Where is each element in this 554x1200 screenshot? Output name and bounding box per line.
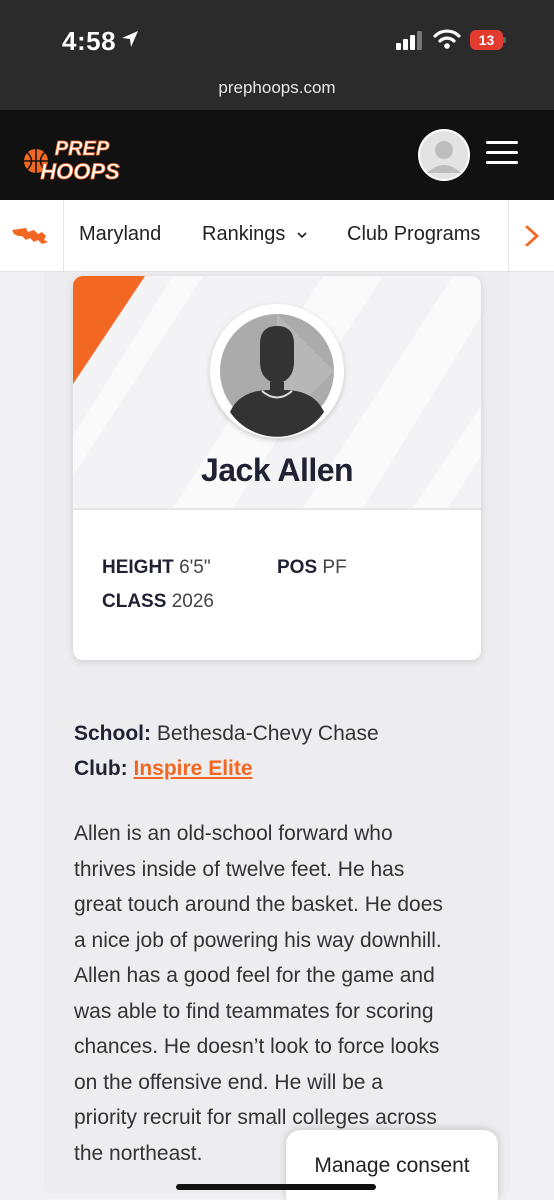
site-header: PREP HOOPS: [0, 110, 554, 200]
battery-level: 13: [478, 32, 495, 48]
school-line: School: Bethesda-Chevy Chase: [74, 722, 379, 746]
stat-height-value: 6'5": [179, 557, 211, 578]
club-label: Club:: [74, 757, 128, 780]
bio-line: chances. He doesn’t look to force looks: [74, 1035, 440, 1058]
user-avatar-icon: [420, 131, 468, 179]
url-bar[interactable]: prephoops.com: [0, 72, 554, 110]
stat-class-value: 2026: [171, 591, 214, 612]
logo-text-line2: HOOPS: [40, 159, 120, 184]
player-silhouette-icon: [220, 314, 334, 437]
nav-item-rankings[interactable]: Rankings: [202, 223, 308, 246]
nav-item-maryland[interactable]: Maryland: [79, 223, 161, 246]
stat-height: HEIGHT 6'5": [102, 557, 211, 579]
orange-corner-accent: [73, 276, 145, 384]
wifi-icon: [433, 29, 461, 49]
status-time: 4:58: [62, 26, 117, 56]
logo-text-line1: PREP: [55, 138, 110, 160]
chevron-right-icon: [525, 225, 539, 247]
prephoops-logo[interactable]: PREP HOOPS: [22, 131, 134, 189]
stat-pos-value: PF: [322, 557, 347, 578]
school-value: Bethesda-Chevy Chase: [156, 722, 379, 745]
chevron-down-icon: [297, 232, 307, 238]
hamburger-menu-button[interactable]: [486, 141, 518, 167]
stat-class-label: CLASS: [102, 591, 167, 612]
club-link[interactable]: Inspire Elite: [134, 757, 253, 780]
player-name: Jack Allen: [200, 452, 354, 488]
battery-icon: 13: [470, 30, 506, 50]
cell-signal-icon: [396, 31, 422, 50]
secondary-nav: Maryland Rankings Club Programs: [0, 200, 554, 272]
nav-item-rankings-label: Rankings: [202, 223, 286, 245]
bio-line: on the offensive end. He will be a: [74, 1070, 383, 1094]
player-bio: Allen is an old-school forward who thriv…: [74, 816, 494, 1171]
card-divider: [73, 508, 481, 510]
stat-class: CLASS 2026: [102, 591, 214, 613]
home-indicator: [176, 1184, 376, 1190]
player-card-header: Jack Allen: [73, 276, 481, 508]
status-bar: 4:58 13: [0, 0, 554, 72]
stat-height-label: HEIGHT: [102, 557, 174, 578]
location-arrow-icon: [122, 31, 138, 47]
maryland-state-icon: [12, 228, 48, 244]
nav-scroll-next-button[interactable]: [508, 200, 554, 272]
player-card: Jack Allen HEIGHT 6'5" POS PF CLASS 2026: [73, 276, 481, 660]
user-avatar-button[interactable]: [418, 129, 470, 181]
stat-position: POS PF: [277, 557, 347, 579]
player-photo: [210, 304, 344, 438]
nav-item-club-programs[interactable]: Club Programs: [347, 223, 480, 246]
state-selector[interactable]: [0, 200, 64, 272]
bio-line: a nice job of powering his way downhill.: [74, 928, 442, 952]
stat-pos-label: POS: [277, 557, 318, 578]
club-line: Club: Inspire Elite: [74, 757, 253, 781]
bio-line: Allen has a good feel for the game and: [74, 964, 435, 987]
bio-line: was able to find teammates for scoring: [74, 999, 434, 1023]
bio-line: thrives inside of twelve feet. He has: [74, 857, 405, 881]
school-label: School:: [74, 722, 151, 745]
bio-line: great touch around the basket. He does: [74, 893, 443, 916]
bio-line: Allen is an old-school forward who: [74, 822, 393, 845]
